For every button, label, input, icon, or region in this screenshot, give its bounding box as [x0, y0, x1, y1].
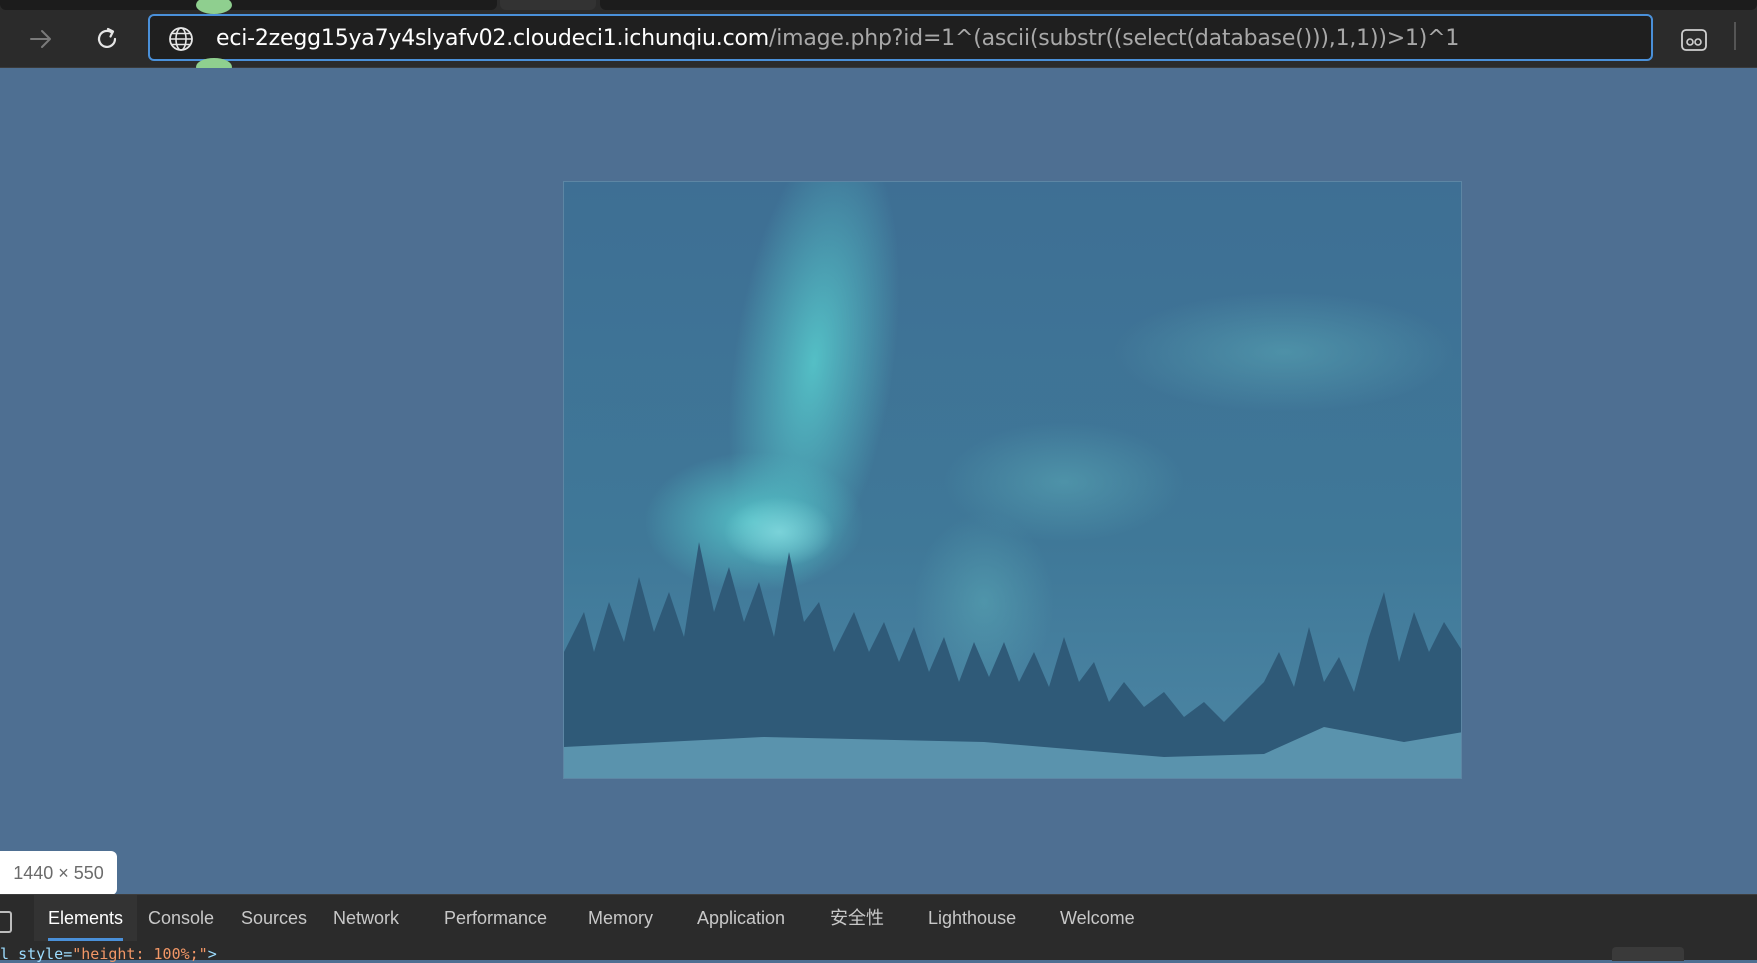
devtools-panel: Elements Console Sources Network Perform… [0, 894, 1757, 963]
tab-edge-active[interactable] [500, 0, 596, 10]
tab-application[interactable]: Application [697, 895, 785, 941]
tab-edge-right[interactable] [600, 0, 1757, 10]
toolbar-divider [1734, 22, 1736, 50]
aurora-over-forest-image [563, 181, 1462, 779]
page-viewport: 1440 × 550 [0, 68, 1757, 895]
code-tag-end: > [207, 945, 217, 963]
selection-handle-top[interactable] [196, 0, 232, 14]
arrow-right-icon [30, 30, 51, 48]
url-text[interactable]: eci-2zegg15ya7y4slyafv02.cloudeci1.ichun… [216, 26, 1459, 52]
dom-tree-line[interactable]: l style="height: 100%;"> [0, 945, 217, 963]
forward-button[interactable] [20, 18, 62, 60]
address-bar[interactable]: eci-2zegg15ya7y4slyafv02.cloudeci1.ichun… [148, 14, 1653, 61]
tab-security[interactable]: 安全性 [830, 895, 884, 941]
tab-welcome[interactable]: Welcome [1060, 895, 1135, 941]
tab-lighthouse[interactable]: Lighthouse [928, 895, 1016, 941]
globe-icon[interactable] [168, 26, 194, 52]
tab-performance[interactable]: Performance [444, 895, 547, 941]
devtools-side-panel-tab[interactable] [1612, 947, 1684, 961]
reload-icon [97, 27, 117, 48]
url-path: /image.php?id=1^(ascii(substr((select(da… [768, 26, 1460, 51]
code-attr-name: style= [18, 945, 73, 963]
code-attr-value: "height: 100%;" [72, 945, 208, 963]
viewport-dimension-badge: 1440 × 550 [0, 851, 117, 895]
dock-side-icon[interactable] [0, 911, 12, 933]
tab-elements[interactable]: Elements [34, 895, 138, 941]
reload-button[interactable] [86, 18, 128, 60]
url-host: eci-2zegg15ya7y4slyafv02.cloudeci1.ichun… [216, 26, 769, 51]
tab-sources[interactable]: Sources [241, 895, 307, 941]
tab-memory[interactable]: Memory [588, 895, 653, 941]
immersive-reader-icon [1681, 29, 1707, 51]
browser-toolbar: eci-2zegg15ya7y4slyafv02.cloudeci1.ichun… [0, 0, 1757, 76]
immersive-reader-button[interactable] [1674, 20, 1714, 60]
code-tag-fragment: l [0, 945, 19, 963]
tab-strip [0, 0, 1757, 10]
tab-network[interactable]: Network [333, 895, 399, 941]
tab-edge-left[interactable] [0, 0, 497, 10]
tab-console[interactable]: Console [148, 895, 214, 941]
